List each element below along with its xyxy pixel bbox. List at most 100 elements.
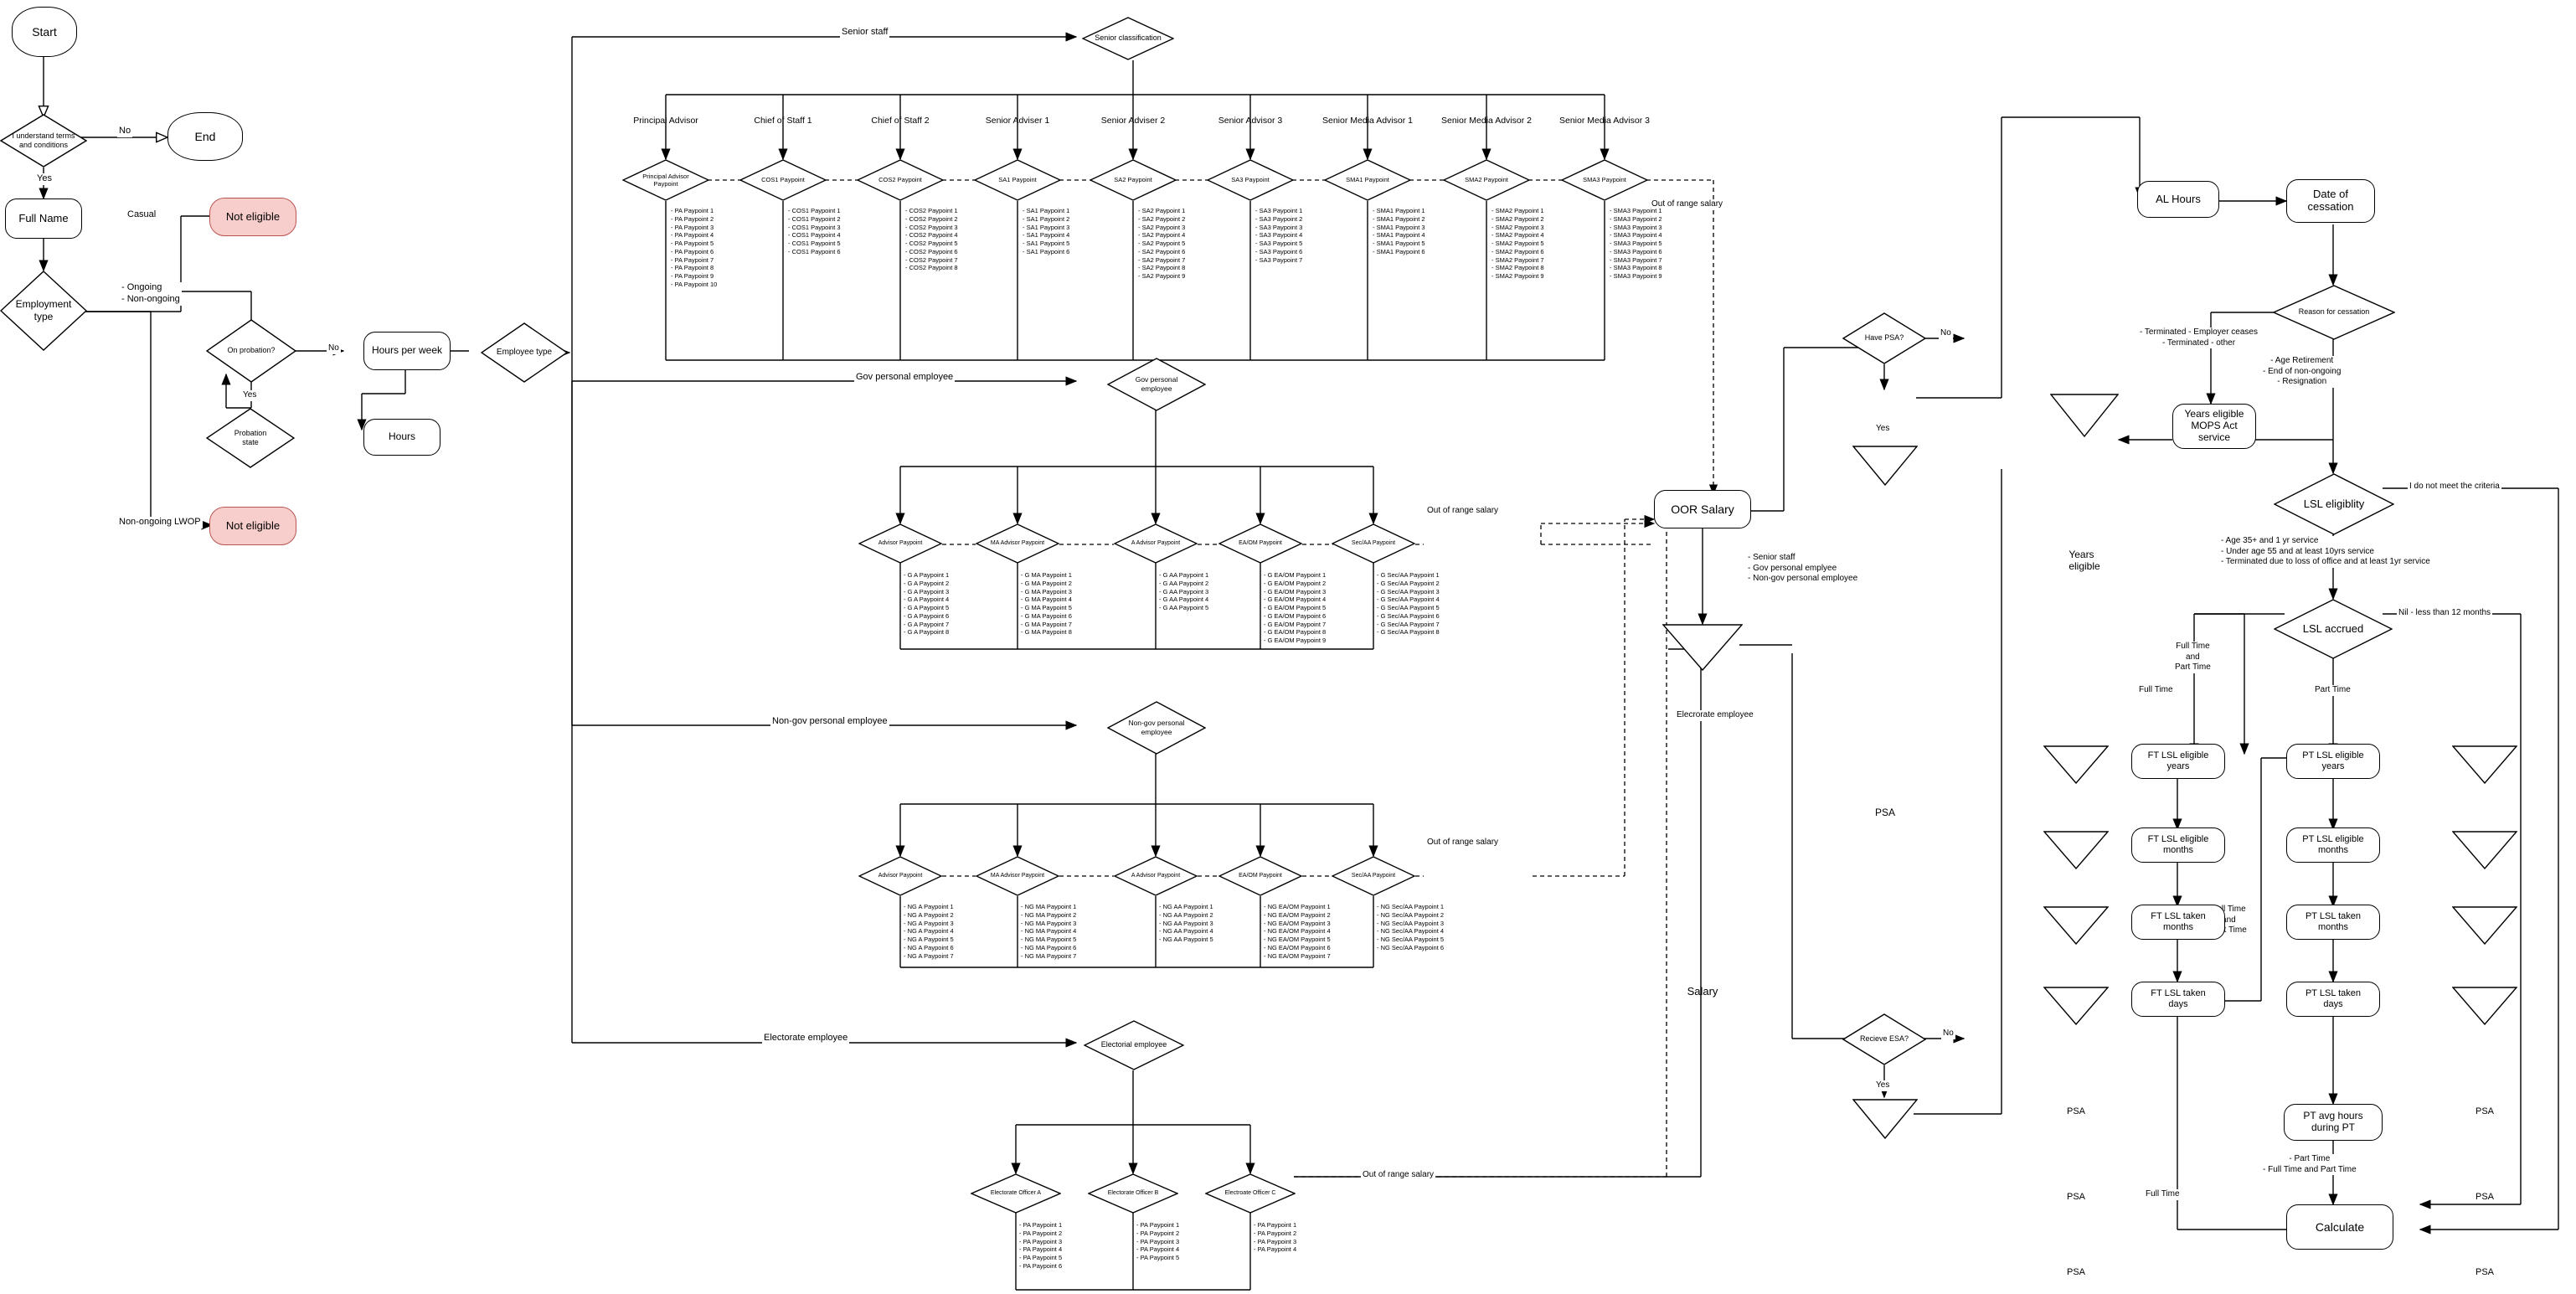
nongov-role-paypoints: - NG Sec/AA Paypoint 1 - NG Sec/AA Paypo… [1377,903,1445,951]
node-employment-type[interactable]: Employment type [0,271,87,351]
node-hours[interactable]: Hours [363,419,440,456]
gov-role-diamond[interactable]: A Advisor Paypoint [1114,523,1198,564]
senior-role-title: Senior Media Advisor 1 [1322,116,1413,126]
node-years-eligible[interactable]: Years eligible [2050,394,2119,572]
node-employee-type[interactable]: Employee type [481,322,568,383]
label-senior-staff-branch: Senior staff [840,27,890,39]
senior-role-paypoints: - SMA3 Paypoint 1 - SMA3 Paypoint 2 - SM… [1610,207,1662,280]
label-full-time-top: Full Time [2137,685,2175,696]
node-psa-salary[interactable]: PSA [1852,446,1918,818]
node-not-eligible-lwop[interactable]: Not eligible [209,507,296,545]
node-esa[interactable]: ESA [1852,1099,1918,1294]
senior-role-diamond[interactable]: SMA1 Paypoint [1324,159,1411,201]
node-pt-lsl-step[interactable]: PT LSL taken months [2286,905,2380,940]
senior-role-diamond[interactable]: SMA3 Paypoint [1561,159,1648,201]
node-ft-lsl-step[interactable]: FT LSL eligible months [2131,827,2225,863]
label-nil-less-12: Nil - less than 12 months [2397,608,2493,619]
node-ft-lsl-step[interactable]: FT LSL taken days [2131,982,2225,1017]
label-ongoing-options: - Ongoing - Non-ongoing [120,282,182,306]
senior-role-paypoints: - SMA2 Paypoint 1 - SMA2 Paypoint 2 - SM… [1492,207,1544,280]
label-receive-esa-yes: Yes [1874,1080,1892,1091]
node-not-eligible-casual[interactable]: Not eligible [209,198,296,236]
label-terms-no: No [117,126,133,137]
electorate-role-paypoints: - PA Paypoint 1 - PA Paypoint 2 - PA Pay… [1254,1221,1297,1254]
senior-role-title: Senior Advisor 3 [1218,116,1283,126]
senior-role-diamond[interactable]: Principal Advisor Paypoint [622,159,709,201]
node-al-hours[interactable]: AL Hours [2137,181,2219,218]
label-nongov-branch: Non-gov personal employee [770,716,889,728]
gov-role-paypoints: - G MA Paypoint 1 - G MA Paypoint 2 - G … [1021,571,1072,637]
label-lsl-criteria: - Age 35+ and 1 yr service - Under age 5… [2219,536,2432,568]
node-pt-lsl-step[interactable]: PT LSL eligible years [2286,744,2380,779]
node-nongov-hub[interactable]: Non-gov personal employee [1107,701,1206,755]
gov-role-diamond[interactable]: MA Advisor Paypoint [976,523,1059,564]
node-salary[interactable]: Salary [1662,624,1743,998]
senior-role-diamond[interactable]: COS1 Paypoint [739,159,827,201]
node-senior-classification[interactable]: Senior classification [1082,17,1174,60]
node-start[interactable]: Start [12,7,77,57]
node-have-psa[interactable]: Have PSA? [1842,312,1926,364]
node-hours-per-week[interactable]: Hours per week [363,332,451,370]
node-pt-avg-hours[interactable]: PT avg hours during PT [2284,1104,2383,1141]
gov-role-diamond[interactable]: EA/OM Paypoint [1218,523,1302,564]
label-gov-out-of-range: Out of range salary [1425,506,1501,517]
gov-role-paypoints: - G EA/OM Paypoint 1 - G EA/OM Paypoint … [1264,571,1327,644]
nongov-role-diamond[interactable]: Sec/AA Paypoint [1332,856,1415,896]
nongov-role-paypoints: - NG AA Paypoint 1 - NG AA Paypoint 2 - … [1159,903,1213,943]
label-nonongoing-lwop: Non-ongoing LWOP [117,517,203,528]
label-gov-branch: Gov personal employee [854,372,956,384]
node-psa-left[interactable]: PSA [2043,987,2109,1294]
senior-role-title: Principal Advisor [633,116,698,126]
senior-role-diamond[interactable]: SA3 Paypoint [1207,159,1294,201]
label-electorate-out-of-range: Out of range salary [1361,1170,1436,1181]
node-psa-right[interactable]: PSA [2452,987,2517,1294]
node-calculate[interactable]: Calculate [2286,1204,2393,1250]
senior-role-paypoints: - PA Paypoint 1 - PA Paypoint 2 - PA Pay… [671,207,718,288]
nongov-role-paypoints: - NG MA Paypoint 1 - NG MA Paypoint 2 - … [1021,903,1077,960]
electorate-role-diamond[interactable]: Electorate Officer A [971,1173,1061,1214]
nongov-role-paypoints: - NG EA/OM Paypoint 1 - NG EA/OM Paypoin… [1264,903,1331,960]
nongov-role-diamond[interactable]: MA Advisor Paypoint [976,856,1059,896]
node-date-of-cessation[interactable]: Date of cessation [2286,179,2375,223]
gov-role-diamond[interactable]: Advisor Paypoint [858,523,942,564]
senior-role-diamond[interactable]: COS2 Paypoint [857,159,944,201]
node-ft-lsl-step[interactable]: FT LSL taken months [2131,905,2225,940]
node-years-eligible-mops[interactable]: Years eligible MOPS Act service [2172,404,2256,449]
nongov-role-diamond[interactable]: Advisor Paypoint [858,856,942,896]
senior-role-title: Senior Adviser 2 [1100,116,1166,126]
node-electorate-hub[interactable]: Electorial employee [1084,1020,1184,1070]
node-lsl-accrued[interactable]: LSL accrued [2274,599,2393,659]
flowchart-canvas: Start I understand terms and conditions … [0,0,2576,1294]
senior-role-diamond[interactable]: SMA2 Paypoint [1443,159,1530,201]
node-full-name[interactable]: Full Name [5,198,82,239]
label-probation-yes: Yes [241,390,259,401]
label-casual: Casual [126,209,158,221]
senior-role-paypoints: - SA3 Paypoint 1 - SA3 Paypoint 2 - SA3 … [1255,207,1303,264]
senior-role-title: Chief of Staff 2 [871,116,930,126]
node-on-probation[interactable]: On probation? [206,319,296,383]
electorate-role-paypoints: - PA Paypoint 1 - PA Paypoint 2 - PA Pay… [1136,1221,1180,1261]
label-not-meet-criteria: I do not meet the criteria [2408,482,2501,492]
label-full-time-bottom: Full Time [2144,1189,2182,1200]
node-pt-lsl-step[interactable]: PT LSL eligible months [2286,827,2380,863]
node-gov-hub[interactable]: Gov personal employee [1107,358,1206,411]
node-terms-decision[interactable]: I understand terms and conditions [0,114,87,168]
nongov-role-diamond[interactable]: EA/OM Paypoint [1218,856,1302,896]
node-end[interactable]: End [167,112,243,161]
node-ft-lsl-step[interactable]: FT LSL eligible years [2131,744,2225,779]
electorate-role-diamond[interactable]: Electroate Officer C [1205,1173,1296,1214]
electorate-role-diamond[interactable]: Electorate Officer B [1088,1173,1178,1214]
node-oor-salary[interactable]: OOR Salary [1654,490,1751,528]
label-part-time-top: Part Time [2313,685,2352,696]
label-have-psa-yes: Yes [1874,424,1892,435]
label-other-reasons: - Age Retirement - End of non-ongoing - … [2261,356,2343,388]
node-probation-state[interactable]: Probation state [206,408,295,468]
senior-role-diamond[interactable]: SA2 Paypoint [1090,159,1177,201]
node-pt-lsl-step[interactable]: PT LSL taken days [2286,982,2380,1017]
node-reason-for-cessation[interactable]: Reason for cessation [2273,285,2395,340]
nongov-role-diamond[interactable]: A Advisor Paypoint [1114,856,1198,896]
node-receive-esa[interactable]: Recieve ESA? [1842,1013,1926,1065]
gov-role-diamond[interactable]: Sec/AA Paypoint [1332,523,1415,564]
senior-role-diamond[interactable]: SA1 Paypoint [974,159,1061,201]
node-lsl-eligibility[interactable]: LSL eligiblity [2274,473,2394,535]
